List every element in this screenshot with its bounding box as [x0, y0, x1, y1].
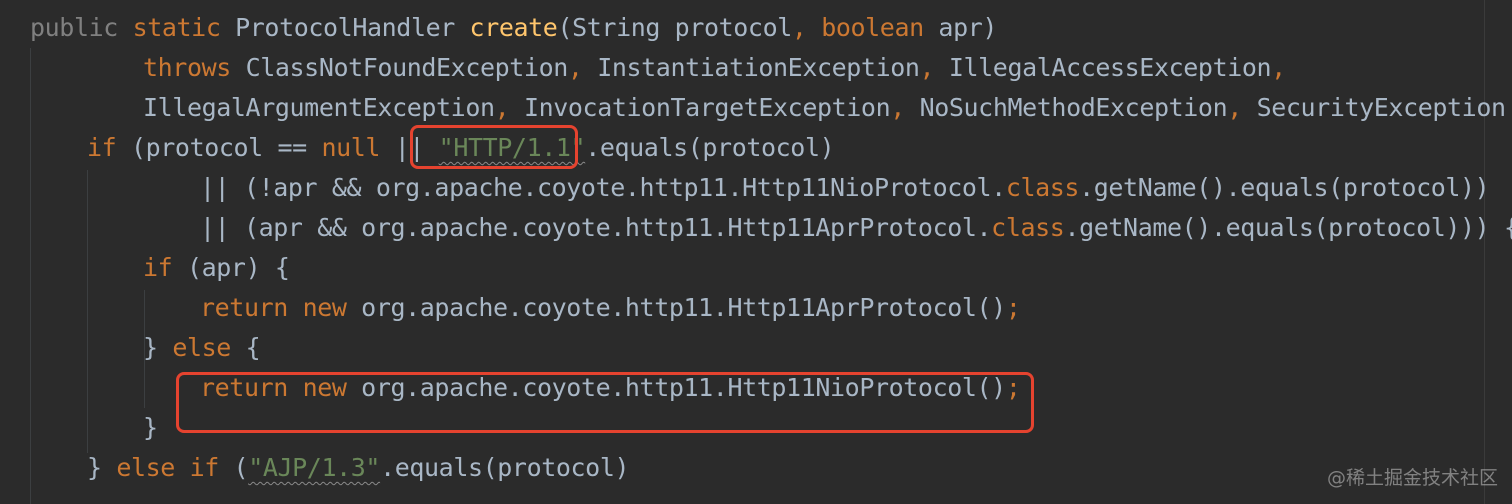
- code-token: .getName().equals(protocol))) {: [1064, 213, 1512, 242]
- code-line-throws-clause[interactable]: throws ClassNotFoundException, Instantia…: [143, 48, 1286, 88]
- code-token: public: [30, 13, 133, 42]
- indent-guide: [87, 170, 88, 453]
- code-token: if: [87, 133, 131, 162]
- code-token: ClassNotFoundException: [245, 53, 569, 82]
- code-token: ,: [494, 93, 524, 122]
- code-line-else-if-ajp[interactable]: } else if ("AJP/1.3".equals(protocol): [87, 448, 630, 488]
- code-line-if-apr[interactable]: if (apr) {: [143, 248, 290, 288]
- code-line-nio-condition[interactable]: || (!apr && org.apache.coyote.http11.Htt…: [200, 168, 1490, 208]
- code-token: }: [143, 333, 173, 362]
- right-margin-line: [1484, 0, 1485, 504]
- code-token: NoSuchMethodException: [919, 93, 1228, 122]
- code-token: {: [245, 333, 261, 362]
- code-token: (apr) {: [186, 253, 290, 282]
- code-token: ,: [890, 93, 920, 122]
- highlight-box-nio-return: [176, 372, 1034, 433]
- code-token: else: [172, 333, 246, 362]
- code-token: null: [321, 133, 395, 162]
- code-token: .equals(protocol): [585, 133, 835, 162]
- code-token: || (!apr && org.apache.coyote.http11.Htt…: [200, 173, 1006, 202]
- watermark: @稀土掘金技术社区: [1326, 467, 1498, 489]
- code-token: create: [469, 13, 558, 42]
- code-token: ;: [1005, 293, 1021, 322]
- code-token: .getName().equals(protocol)): [1079, 173, 1490, 202]
- code-line-throws-clause-2[interactable]: IllegalArgumentException, InvocationTarg…: [143, 88, 1512, 128]
- code-token: return: [200, 293, 303, 322]
- code-token: apr): [938, 13, 998, 42]
- code-token: class: [991, 213, 1065, 242]
- code-token: IllegalAccessException: [948, 53, 1272, 82]
- code-token: throws: [143, 53, 246, 82]
- code-token: if: [143, 253, 187, 282]
- code-token: boolean: [821, 13, 939, 42]
- code-line-create-signature[interactable]: public static ProtocolHandler create(Str…: [30, 8, 997, 48]
- code-token: ,: [1227, 93, 1257, 122]
- code-line-apr-condition[interactable]: || (apr && org.apache.coyote.http11.Http…: [200, 208, 1512, 248]
- code-token: SecurityException {: [1256, 93, 1512, 122]
- code-token: static: [132, 13, 236, 42]
- highlight-box-http-string: [410, 125, 578, 169]
- code-line-else[interactable]: } else {: [143, 328, 261, 368]
- code-token: (: [233, 453, 249, 482]
- code-token: .equals(protocol): [380, 453, 630, 482]
- code-token: ,: [1271, 53, 1286, 82]
- code-token: (String protocol: [557, 13, 792, 42]
- code-token: ProtocolHandler: [235, 13, 470, 42]
- code-token: IllegalArgumentException: [143, 93, 495, 122]
- code-token: }: [143, 413, 158, 442]
- code-token: || (apr && org.apache.coyote.http11.Http…: [200, 213, 992, 242]
- code-token: org.apache.coyote.http11.Http11AprProtoc…: [361, 293, 1006, 322]
- code-token: ,: [791, 13, 822, 42]
- indent-guide: [30, 48, 31, 504]
- code-token: (protocol ==: [130, 133, 322, 162]
- code-token: ,: [919, 53, 949, 82]
- code-token: InvocationTargetException: [523, 93, 891, 122]
- code-token: else if: [116, 453, 234, 482]
- code-token: InstantiationException: [597, 53, 920, 82]
- code-line-return-apr[interactable]: return new org.apache.coyote.http11.Http…: [200, 288, 1021, 328]
- code-token: new: [302, 293, 362, 322]
- string-literal: "AJP/1.3": [248, 453, 381, 482]
- code-token: }: [87, 453, 117, 482]
- code-editor[interactable]: public static ProtocolHandler create(Str…: [0, 0, 1512, 504]
- code-line-close-brace[interactable]: }: [143, 408, 158, 448]
- code-token: ,: [567, 53, 598, 82]
- code-token: class: [1005, 173, 1080, 202]
